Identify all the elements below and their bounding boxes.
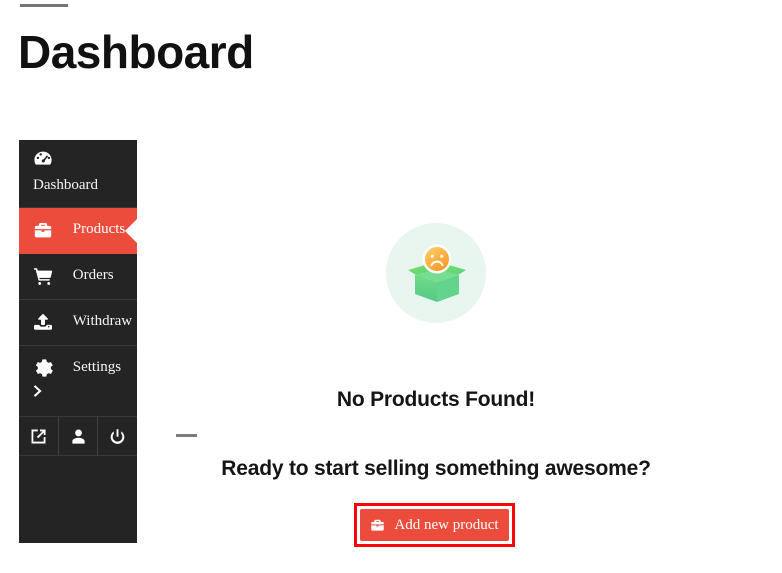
- sidebar-item-label: Withdraw: [72, 313, 133, 330]
- dashboard-gauge-icon: [33, 150, 55, 168]
- briefcase-icon: [370, 518, 385, 532]
- sidebar-item-products[interactable]: Products: [19, 208, 137, 254]
- empty-box-sad-face-illustration: [386, 223, 486, 323]
- chevron-right-icon[interactable]: [33, 383, 137, 406]
- briefcase-icon: [33, 221, 55, 239]
- page-title: Dashboard: [18, 26, 254, 78]
- empty-state-title: No Products Found!: [336, 388, 536, 411]
- sidebar-item-label: Dashboard: [33, 177, 98, 193]
- add-new-product-highlight: Add new product: [354, 503, 515, 547]
- sidebar-item-label: Products: [72, 221, 126, 238]
- gear-icon: [33, 358, 55, 377]
- sidebar-item-dashboard[interactable]: Dashboard: [19, 140, 137, 208]
- upload-icon: [33, 313, 55, 331]
- sidebar-item-settings[interactable]: Settings: [19, 346, 137, 418]
- sidebar: Dashboard Products Orders Withdraw Setti…: [19, 140, 137, 543]
- add-new-product-button[interactable]: Add new product: [360, 509, 509, 541]
- empty-state-subtitle: Ready to start selling something awesome…: [221, 457, 651, 480]
- main-content: No Products Found! Ready to start sellin…: [137, 140, 782, 560]
- shopping-cart-icon: [33, 267, 55, 285]
- external-link-icon[interactable]: [19, 417, 59, 456]
- sidebar-item-orders[interactable]: Orders: [19, 254, 137, 300]
- power-icon[interactable]: [98, 417, 137, 455]
- user-icon[interactable]: [59, 417, 99, 456]
- sidebar-item-label: Settings: [72, 359, 122, 376]
- sidebar-item-label: Orders: [72, 267, 114, 284]
- sidebar-footer-actions: [19, 417, 137, 457]
- sidebar-item-withdraw[interactable]: Withdraw: [19, 300, 137, 346]
- sidebar-nav-list: Dashboard Products Orders Withdraw Setti…: [19, 140, 137, 418]
- section-divider-dash: [176, 434, 197, 437]
- top-divider-dash: [20, 4, 68, 7]
- add-new-product-label: Add new product: [394, 516, 499, 533]
